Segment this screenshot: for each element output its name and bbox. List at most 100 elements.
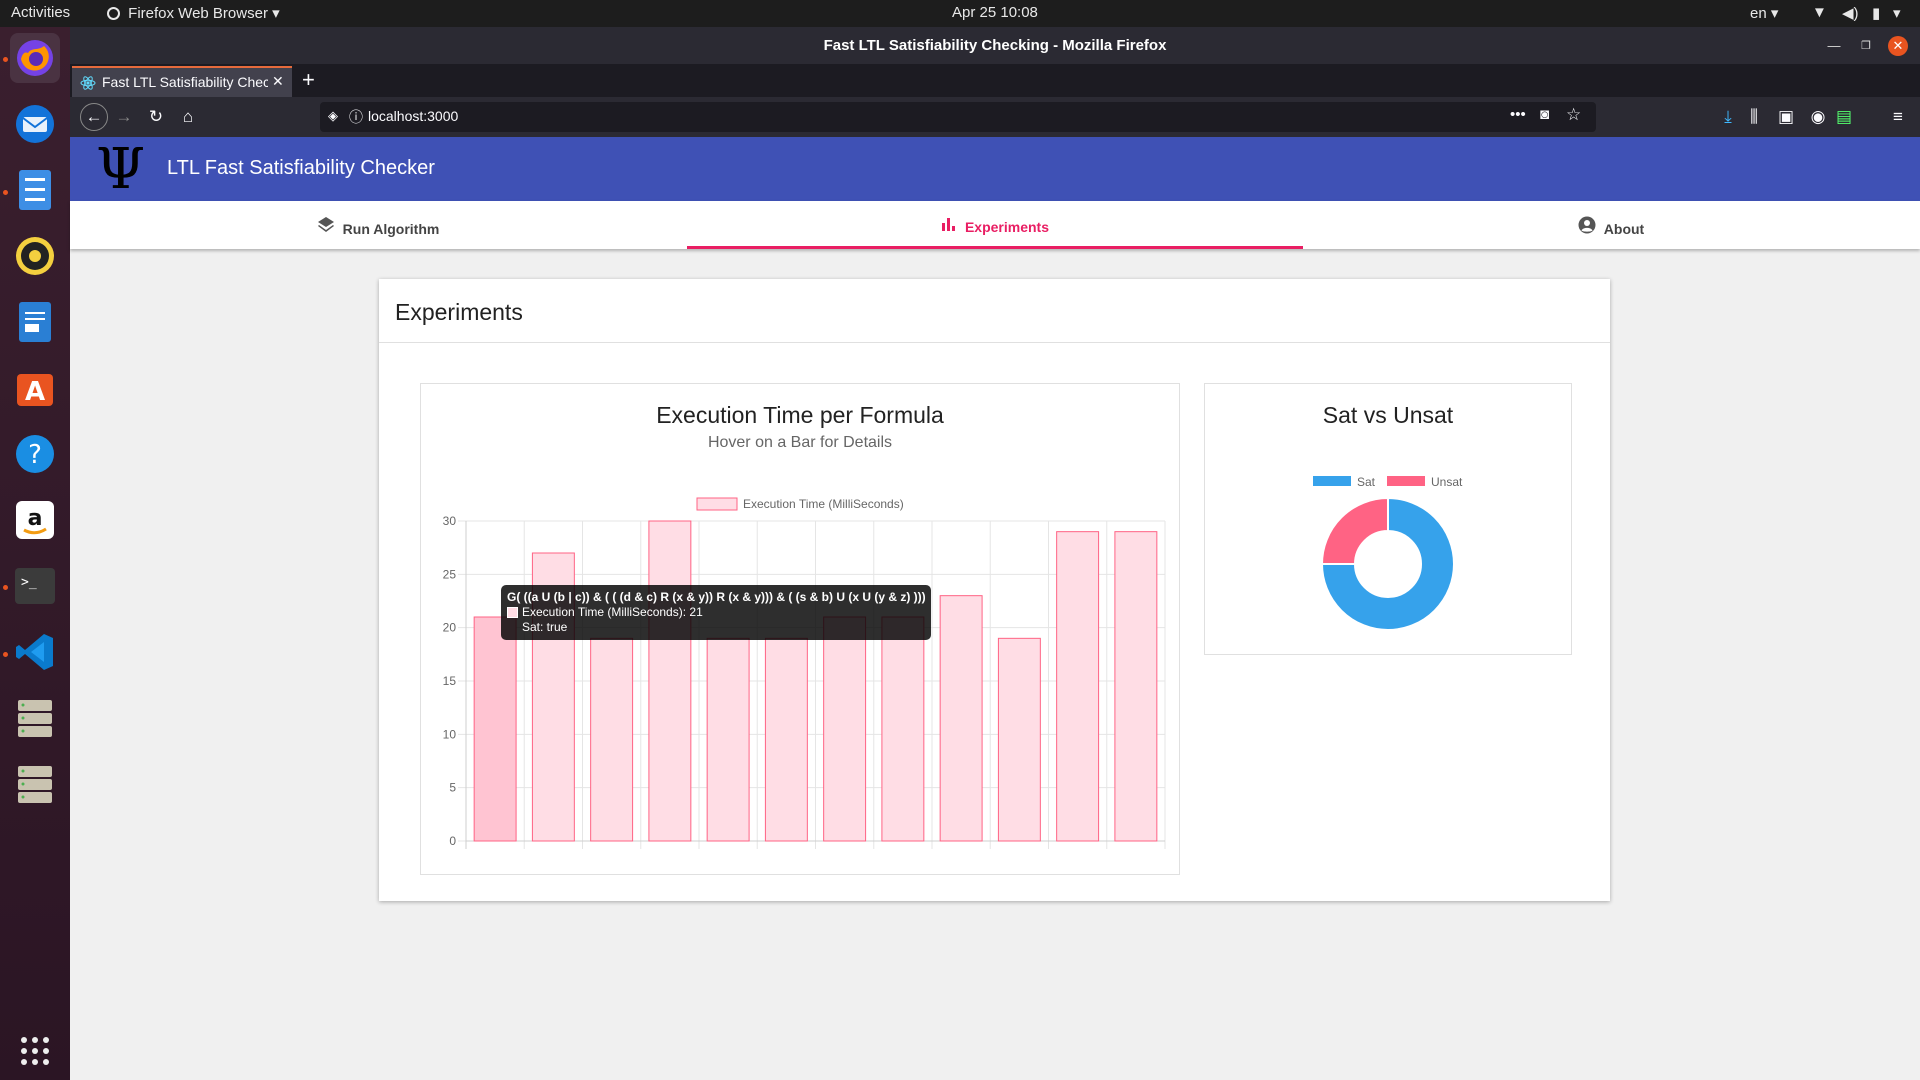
minimize-icon[interactable]: — — [1824, 36, 1844, 56]
url-bar[interactable]: ◈ ⓘ localhost:3000 ••• ◙ ☆ — [320, 102, 1596, 132]
card-title: Experiments — [395, 299, 523, 325]
bar[interactable] — [1056, 531, 1100, 842]
reload-icon[interactable]: ↻ — [144, 105, 168, 129]
files-dock-icon[interactable] — [10, 165, 60, 215]
library-icon[interactable]: ⫼ — [1742, 105, 1766, 129]
rhythmbox-dock-icon[interactable] — [10, 231, 60, 281]
svg-text:A: A — [25, 377, 45, 407]
psi-logo-icon: Ψ — [96, 137, 146, 202]
tab-label: About — [1603, 221, 1645, 237]
bar[interactable] — [1114, 531, 1158, 842]
disk-usage-dock-icon[interactable] — [10, 693, 60, 743]
clock[interactable]: Apr 25 10:08 — [952, 4, 1038, 21]
page-actions-icon[interactable]: ••• — [1510, 106, 1526, 123]
bar-tooltip: G( ((a U (b | c)) & ( ( (d & c) R (x & y… — [501, 585, 931, 640]
battery-icon[interactable]: ▮ — [1872, 4, 1880, 22]
amazon-dock-icon[interactable]: a — [10, 495, 60, 545]
language-label: en — [1750, 5, 1767, 22]
software-center-dock-icon[interactable]: A — [10, 363, 60, 413]
bar-chart-icon — [941, 218, 955, 231]
close-icon[interactable]: ✕ — [1888, 36, 1908, 56]
pocket-icon[interactable]: ◙ — [1540, 106, 1549, 123]
card-divider — [379, 342, 1610, 343]
doughnut-chart[interactable]: Sat Unsat — [1205, 384, 1573, 656]
y-tick-label: 15 — [443, 674, 457, 688]
bookmark-star-icon[interactable]: ☆ — [1566, 105, 1581, 125]
legend-item[interactable]: Sat — [1313, 475, 1376, 489]
tracking-shield-icon[interactable]: ◈ — [328, 108, 338, 124]
legend-label: Unsat — [1431, 475, 1463, 489]
legend-item[interactable]: Execution Time (MilliSeconds) — [696, 497, 904, 511]
browser-tab-active[interactable]: Fast LTL Satisfiability Checking ✕ — [72, 66, 292, 97]
bar[interactable] — [764, 637, 808, 842]
language-indicator[interactable]: en ▾ — [1750, 4, 1778, 22]
sidebars-icon[interactable]: ▣ — [1774, 105, 1798, 129]
bar[interactable] — [881, 616, 925, 842]
svg-text:>_: >_ — [21, 575, 37, 590]
dock: A ? a >_ — [0, 27, 70, 1080]
new-tab-icon[interactable]: + — [302, 67, 315, 93]
firefox-menu-icon — [107, 7, 120, 20]
running-indicator — [3, 652, 8, 657]
tab-close-icon[interactable]: ✕ — [272, 73, 284, 90]
doughnut-slice[interactable] — [1320, 496, 1389, 565]
bar[interactable] — [706, 637, 750, 842]
window-titlebar[interactable]: Fast LTL Satisfiability Checking - Mozil… — [70, 27, 1920, 64]
tab-label: Run Algorithm — [342, 221, 440, 237]
legend-label: Sat — [1357, 475, 1376, 489]
vscode-dock-icon[interactable] — [10, 627, 60, 677]
bar[interactable] — [590, 637, 634, 842]
bar[interactable] — [823, 616, 867, 842]
volume-icon[interactable]: ◀) — [1842, 4, 1859, 22]
legend-swatch — [1313, 476, 1351, 486]
bar[interactable] — [939, 595, 983, 842]
tab-experiments[interactable]: Experiments — [687, 201, 1303, 249]
disk-usage-dock-icon-2[interactable] — [10, 759, 60, 809]
bar[interactable] — [648, 520, 692, 842]
y-tick-label: 25 — [443, 567, 457, 581]
url-text[interactable]: localhost:3000 — [368, 108, 458, 124]
downloads-icon[interactable]: ⤓ — [1716, 105, 1740, 129]
app-bar: Ψ LTL Fast Satisfiability Checker — [70, 137, 1920, 202]
app-menu-label: Firefox Web Browser — [128, 5, 268, 22]
bar[interactable] — [473, 616, 517, 842]
tooltip-color-swatch — [507, 607, 518, 618]
app-menu[interactable]: Firefox Web Browser ▾ — [107, 4, 280, 22]
terminal-dock-icon[interactable]: >_ — [10, 561, 60, 611]
system-menu-caret-icon[interactable]: ▾ — [1893, 4, 1901, 22]
back-icon[interactable]: ← — [80, 103, 108, 131]
firefox-dock-icon[interactable] — [10, 33, 60, 83]
svg-text:a: a — [28, 506, 43, 531]
forward-icon[interactable]: → — [112, 105, 136, 129]
menu-hamburger-icon[interactable]: ≡ — [1886, 105, 1910, 129]
tab-title: Fast LTL Satisfiability Checking — [102, 74, 268, 90]
maximize-icon[interactable]: ❐ — [1856, 36, 1876, 56]
running-indicator — [3, 190, 8, 195]
tab-about[interactable]: About — [1303, 201, 1919, 249]
system-top-bar: Activities Firefox Web Browser ▾ Apr 25 … — [0, 0, 1920, 27]
tab-label: Experiments — [964, 219, 1050, 235]
y-tick-label: 5 — [449, 781, 456, 795]
running-indicator — [3, 57, 8, 62]
help-dock-icon[interactable]: ? — [10, 429, 60, 479]
account-circle-icon — [1578, 216, 1596, 234]
account-icon[interactable]: ◉ — [1806, 105, 1830, 129]
y-tick-label: 10 — [443, 727, 457, 741]
firefox-window: Fast LTL Satisfiability Checking - Mozil… — [70, 27, 1920, 1080]
tab-run-algorithm[interactable]: Run Algorithm — [70, 201, 686, 249]
app-title: LTL Fast Satisfiability Checker — [167, 157, 435, 179]
wifi-icon[interactable]: ▼ — [1812, 4, 1827, 21]
writer-dock-icon[interactable] — [10, 297, 60, 347]
legend-swatch — [696, 497, 738, 511]
sat-unsat-chart-panel: Sat vs Unsat Sat Unsat — [1204, 383, 1572, 655]
legend-item[interactable]: Unsat — [1387, 475, 1463, 489]
activities-button[interactable]: Activities — [11, 4, 70, 21]
thunderbird-dock-icon[interactable] — [10, 99, 60, 149]
show-applications-grid-icon[interactable] — [10, 1026, 60, 1076]
site-info-icon[interactable]: ⓘ — [349, 107, 363, 127]
home-icon[interactable]: ⌂ — [176, 105, 200, 129]
tab-strip: Fast LTL Satisfiability Checking ✕ + — [70, 64, 1920, 97]
bar[interactable] — [997, 637, 1041, 842]
react-favicon-icon — [80, 76, 96, 90]
extension-icon[interactable]: ▤ — [1832, 105, 1856, 129]
